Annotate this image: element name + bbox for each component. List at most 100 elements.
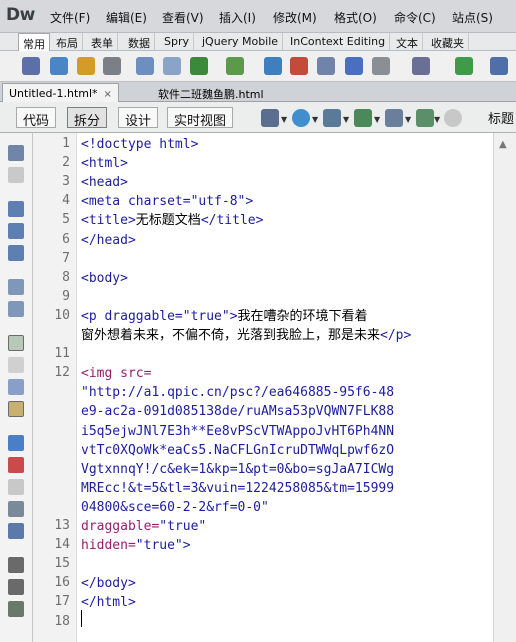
code-line: <p draggable="true">我在嘈杂的环境下看着	[81, 307, 368, 326]
server-include-icon[interactable]	[317, 57, 335, 75]
images-icon[interactable]	[190, 57, 208, 75]
balance-braces-icon[interactable]	[8, 301, 24, 317]
line-number-gutter: 1 2 3 4 5 6 7 8 9 10 11 12 13 14 15 16 17 18	[33, 133, 77, 642]
head-icon[interactable]	[372, 57, 390, 75]
code-token: </head>	[81, 232, 136, 248]
table-icon[interactable]	[136, 57, 154, 75]
code-token: </html>	[81, 595, 136, 611]
menu-format[interactable]: 格式(O)	[334, 9, 377, 26]
menu-edit[interactable]: 编辑(E)	[106, 9, 147, 26]
line-number: 12	[54, 365, 70, 381]
design-view-button[interactable]: 设计	[118, 107, 159, 129]
chevron-down-icon[interactable]: ▼	[434, 115, 440, 124]
line-number: 18	[54, 613, 70, 629]
tag-chooser-icon[interactable]	[490, 57, 508, 75]
templates-icon[interactable]	[455, 57, 473, 75]
media-icon[interactable]	[226, 57, 244, 75]
code-token: vtTc0XQoWk*eaCs5.NaCFLGnIcruDTWWqLpwf6zO	[81, 442, 395, 458]
chevron-down-icon[interactable]: ▼	[343, 115, 349, 124]
line-number: 6	[62, 231, 70, 247]
code-token: i5q5ejwJNl7E3h**Ee8vPScVTWAppoJvHT6Ph4NN	[81, 423, 395, 439]
chevron-down-icon[interactable]: ▼	[281, 115, 287, 124]
comment-icon[interactable]	[345, 57, 363, 75]
menu-file[interactable]: 文件(F)	[50, 9, 90, 26]
code-line: MREcc!&t=5&tl=3&vuin=1224258085&tm=15999	[81, 479, 394, 498]
code-token: 04800&sce=60-2-2&rf=0-0"	[81, 499, 269, 515]
open-documents-icon[interactable]	[8, 145, 24, 161]
scroll-up-icon[interactable]: ▲	[499, 139, 507, 150]
vertical-scrollbar[interactable]: ▲	[493, 133, 516, 642]
format-source-icon[interactable]	[8, 601, 24, 617]
code-view-button[interactable]: 代码	[16, 107, 57, 129]
date-icon[interactable]	[290, 57, 308, 75]
indent-icon[interactable]	[8, 557, 24, 573]
live-view-button[interactable]: 实时视图	[167, 107, 234, 129]
document-tab-untitled[interactable]: Untitled-1.html* ×	[2, 83, 119, 102]
refresh-icon[interactable]	[444, 109, 462, 127]
collapse-full-tag-icon[interactable]	[8, 201, 24, 217]
chevron-down-icon[interactable]: ▼	[405, 115, 411, 124]
code-line: 04800&sce=60-2-2&rf=0-0"	[81, 498, 269, 517]
chevron-down-icon[interactable]: ▼	[312, 115, 318, 124]
insert-tab-data[interactable]: 数据	[124, 33, 155, 51]
menu-site[interactable]: 站点(S)	[452, 9, 493, 26]
recent-snippets-icon[interactable]	[8, 501, 24, 517]
named-anchor-icon[interactable]	[77, 57, 95, 75]
close-tab-icon[interactable]: ×	[104, 89, 112, 100]
chevron-down-icon[interactable]: ▼	[374, 115, 380, 124]
code-editor[interactable]: <!doctype html> <html> <head> <meta charset…	[81, 133, 493, 642]
insert-tab-spry[interactable]: Spry	[160, 33, 194, 51]
collapse-selection-icon[interactable]	[8, 223, 24, 239]
insert-tab-layout[interactable]: 布局	[52, 33, 83, 51]
line-number: 17	[54, 594, 70, 610]
widget-icon[interactable]	[264, 57, 282, 75]
menu-modify[interactable]: 修改(M)	[273, 9, 317, 26]
code-line: 窗外想着未来，不偏不倚，光落到我脸上，那是未来</p>	[81, 326, 411, 345]
insert-tab-forms[interactable]: 表单	[87, 33, 118, 51]
code-token: <meta charset="utf-8">	[81, 194, 254, 210]
menu-commands[interactable]: 命令(C)	[394, 9, 436, 26]
document-tab-software-class[interactable]: 软件二班魏鱼鹏.html	[152, 83, 270, 102]
insert-div-icon[interactable]	[163, 57, 181, 75]
code-token: MREcc!&t=5&tl=3&vuin=1224258085&tm=15999	[81, 480, 395, 496]
file-management-icon[interactable]	[323, 109, 341, 127]
browser-preview-icon[interactable]	[292, 109, 310, 127]
wrap-tag-icon[interactable]	[8, 479, 24, 495]
menu-insert[interactable]: 插入(I)	[219, 9, 256, 26]
outdent-icon[interactable]	[8, 579, 24, 595]
horizontal-rule-icon[interactable]	[103, 57, 121, 75]
line-numbers-icon[interactable]	[8, 335, 24, 351]
script-icon[interactable]	[412, 57, 430, 75]
insert-tab-common[interactable]: 常用	[18, 33, 50, 51]
move-css-icon[interactable]	[8, 523, 24, 539]
multiscreen-icon[interactable]	[261, 109, 279, 127]
debug-icon[interactable]	[354, 109, 372, 127]
insert-tab-favorites[interactable]: 收藏夹	[427, 33, 469, 51]
insert-bar-tabs: 常用 布局 表单 数据 Spry jQuery Mobile InContext…	[0, 33, 516, 51]
remove-comment-icon[interactable]	[8, 457, 24, 473]
email-link-icon[interactable]	[50, 57, 68, 75]
insert-tab-incontext-editing[interactable]: InContext Editing	[286, 33, 391, 51]
code-line: <!doctype html>	[81, 135, 198, 154]
insert-tab-text[interactable]: 文本	[392, 33, 423, 51]
show-code-navigator-icon[interactable]	[8, 167, 24, 183]
visual-aids-icon[interactable]	[385, 109, 403, 127]
code-token: draggable=	[81, 519, 160, 534]
highlight-invalid-icon[interactable]	[8, 357, 24, 373]
hyperlink-icon[interactable]	[22, 57, 40, 75]
syntax-coloring-icon[interactable]	[8, 379, 24, 395]
expand-all-icon[interactable]	[8, 245, 24, 261]
code-token: <title>	[81, 213, 136, 229]
line-number: 5	[62, 212, 70, 228]
apply-comment-icon[interactable]	[8, 435, 24, 451]
split-view-button[interactable]: 拆分	[67, 107, 108, 129]
line-number: 13	[54, 518, 70, 533]
menu-view[interactable]: 查看(V)	[162, 9, 204, 26]
validate-icon[interactable]	[416, 109, 434, 127]
select-parent-tag-icon[interactable]	[8, 279, 24, 295]
title-label: 标题	[488, 112, 515, 127]
coding-toolbar	[0, 133, 33, 642]
word-wrap-icon[interactable]	[8, 401, 24, 417]
insert-tab-jquery-mobile[interactable]: jQuery Mobile	[198, 33, 284, 51]
line-number: 14	[54, 537, 70, 553]
